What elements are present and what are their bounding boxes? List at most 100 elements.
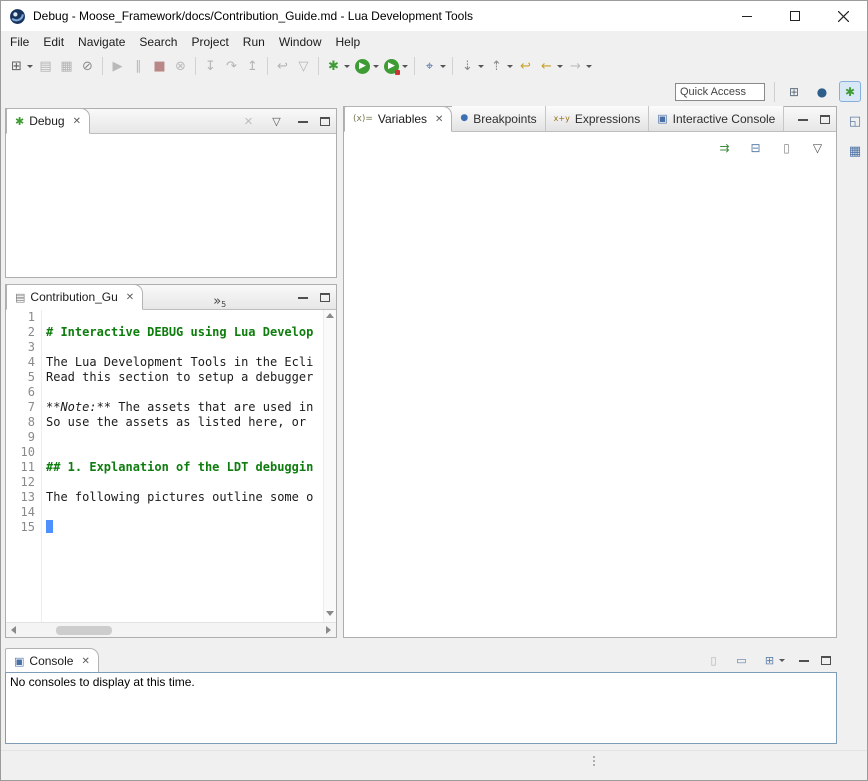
editor-line[interactable] [46, 475, 323, 490]
forward-button[interactable]: → [565, 55, 594, 77]
use-step-filters-button[interactable]: ▽ [293, 55, 314, 77]
minimize-view-icon[interactable] [298, 295, 308, 299]
dropdown-arrow-icon[interactable] [478, 65, 484, 68]
close-window-button[interactable] [819, 1, 867, 31]
editor-line[interactable] [46, 505, 323, 520]
more-editors-chevron[interactable]: » 5 [213, 291, 226, 309]
tab-interactive-console[interactable]: ▣Interactive Console [649, 106, 784, 131]
disconnect-button[interactable]: ⊗ [170, 55, 191, 77]
step-into-button[interactable]: ↧ [200, 55, 221, 77]
show-logical-structure-button[interactable]: ⇉ [714, 137, 735, 159]
close-tab-icon[interactable]: ✕ [435, 114, 443, 125]
maximize-view-icon[interactable] [821, 656, 831, 665]
editor-vertical-scrollbar[interactable] [323, 310, 336, 622]
menu-file[interactable]: File [3, 33, 36, 51]
tab-contribution-guide[interactable]: ▤ Contribution_Gu ✕ [6, 284, 143, 310]
tab-variables[interactable]: (x)=Variables✕ [344, 106, 452, 132]
maximize-window-button[interactable] [771, 1, 819, 31]
resume-button[interactable]: ▶ [107, 55, 128, 77]
ldt-perspective-button[interactable]: ● [811, 81, 833, 102]
editor-line[interactable]: The Lua Development Tools in the Ecli [46, 355, 323, 370]
minimize-view-icon[interactable] [298, 119, 308, 123]
editor-line[interactable]: So use the assets as listed here, or [46, 415, 323, 430]
save-all-button[interactable]: ▦ [56, 55, 77, 77]
scroll-left-icon[interactable] [11, 626, 16, 634]
debug-perspective-button[interactable]: ✱ [839, 81, 861, 102]
tab-expressions[interactable]: x+yExpressions [546, 106, 650, 131]
scroll-right-icon[interactable] [326, 626, 331, 634]
open-perspective-button[interactable]: ⊞ [783, 81, 805, 102]
debug-button[interactable]: ✱ [323, 55, 352, 77]
minimize-view-icon[interactable] [798, 117, 808, 121]
pin-console-button[interactable]: ▯ [704, 649, 723, 671]
minimize-window-button[interactable] [723, 1, 771, 31]
step-over-button[interactable]: ↷ [221, 55, 242, 77]
tab-debug[interactable]: ✱ Debug ✕ [6, 108, 90, 134]
editor-line[interactable] [46, 340, 323, 355]
editor-line[interactable]: The following pictures outline some o [46, 490, 323, 505]
collapse-all-button[interactable]: ⊟ [745, 137, 766, 159]
scrollbar-thumb[interactable] [56, 626, 112, 635]
menu-project[interactable]: Project [184, 33, 235, 51]
back-button[interactable]: ← [536, 55, 565, 77]
scroll-up-icon[interactable] [326, 313, 334, 318]
open-console-button[interactable]: ⊞ [760, 649, 787, 671]
search-button[interactable]: ⌖ [419, 55, 448, 77]
restore-view-button[interactable]: ◱ [844, 111, 866, 132]
display-selected-console-button[interactable]: ▭ [732, 649, 751, 671]
editor-horizontal-scrollbar[interactable] [6, 622, 336, 637]
dropdown-arrow-icon[interactable] [440, 65, 446, 68]
editor-line[interactable] [46, 445, 323, 460]
remove-all-terminated-button[interactable]: ✕ [239, 110, 258, 132]
editor-line[interactable]: ## 1. Explanation of the LDT debuggin [46, 460, 323, 475]
editor-line[interactable] [46, 430, 323, 445]
editor-body[interactable]: 123456789101112131415 # Interactive DEBU… [6, 310, 323, 622]
pin-view-button[interactable]: ▯ [776, 137, 797, 159]
terminate-button[interactable]: ■ [149, 55, 170, 77]
minimize-view-icon[interactable] [799, 658, 809, 662]
dropdown-arrow-icon[interactable] [586, 65, 592, 68]
editor-code[interactable]: # Interactive DEBUG using Lua Develop Th… [42, 310, 323, 622]
skip-all-breakpoints-button[interactable]: ⊘ [77, 55, 98, 77]
editor-line[interactable] [46, 520, 323, 535]
save-button[interactable]: ▤ [35, 55, 56, 77]
next-annotation-button[interactable]: ⇣ [457, 55, 486, 77]
dropdown-arrow-icon[interactable] [27, 65, 33, 68]
dropdown-arrow-icon[interactable] [373, 65, 379, 68]
maximize-view-icon[interactable] [320, 117, 330, 126]
dropdown-arrow-icon[interactable] [507, 65, 513, 68]
last-edit-location-button[interactable]: ↩ [515, 55, 536, 77]
close-tab-icon[interactable]: ✕ [73, 116, 81, 127]
scroll-down-icon[interactable] [326, 611, 334, 616]
editor-line[interactable]: # Interactive DEBUG using Lua Develop [46, 325, 323, 340]
menu-window[interactable]: Window [272, 33, 329, 51]
menu-run[interactable]: Run [236, 33, 272, 51]
run-button[interactable]: ▶ [352, 55, 381, 77]
menu-navigate[interactable]: Navigate [71, 33, 132, 51]
dropdown-arrow-icon[interactable] [557, 65, 563, 68]
menu-search[interactable]: Search [132, 33, 184, 51]
editor-line[interactable] [46, 310, 323, 325]
sash-handle[interactable] [593, 756, 595, 766]
menu-edit[interactable]: Edit [36, 33, 71, 51]
tab-breakpoints[interactable]: ●Breakpoints [452, 106, 545, 131]
new-wizard-button[interactable]: ⊞ [6, 55, 35, 77]
editor-line[interactable]: Read this section to setup a debugger [46, 370, 323, 385]
menu-help[interactable]: Help [329, 33, 368, 51]
drop-to-frame-button[interactable]: ↩ [272, 55, 293, 77]
outline-view-button[interactable]: ▦ [844, 141, 866, 162]
editor-line[interactable] [46, 385, 323, 400]
tab-console[interactable]: ▣ Console ✕ [5, 648, 99, 674]
step-return-button[interactable]: ↥ [242, 55, 263, 77]
quick-access-input[interactable] [675, 83, 765, 101]
editor-line[interactable]: **Note:** The assets that are used in [46, 400, 323, 415]
view-menu-button[interactable]: ▽ [267, 110, 286, 132]
console-output[interactable]: No consoles to display at this time. [5, 672, 837, 744]
previous-annotation-button[interactable]: ⇡ [486, 55, 515, 77]
maximize-view-icon[interactable] [820, 115, 830, 124]
dropdown-arrow-icon[interactable] [344, 65, 350, 68]
close-tab-icon[interactable]: ✕ [126, 292, 134, 303]
suspend-button[interactable]: ∥ [128, 55, 149, 77]
dropdown-arrow-icon[interactable] [779, 659, 785, 662]
dropdown-arrow-icon[interactable] [402, 65, 408, 68]
